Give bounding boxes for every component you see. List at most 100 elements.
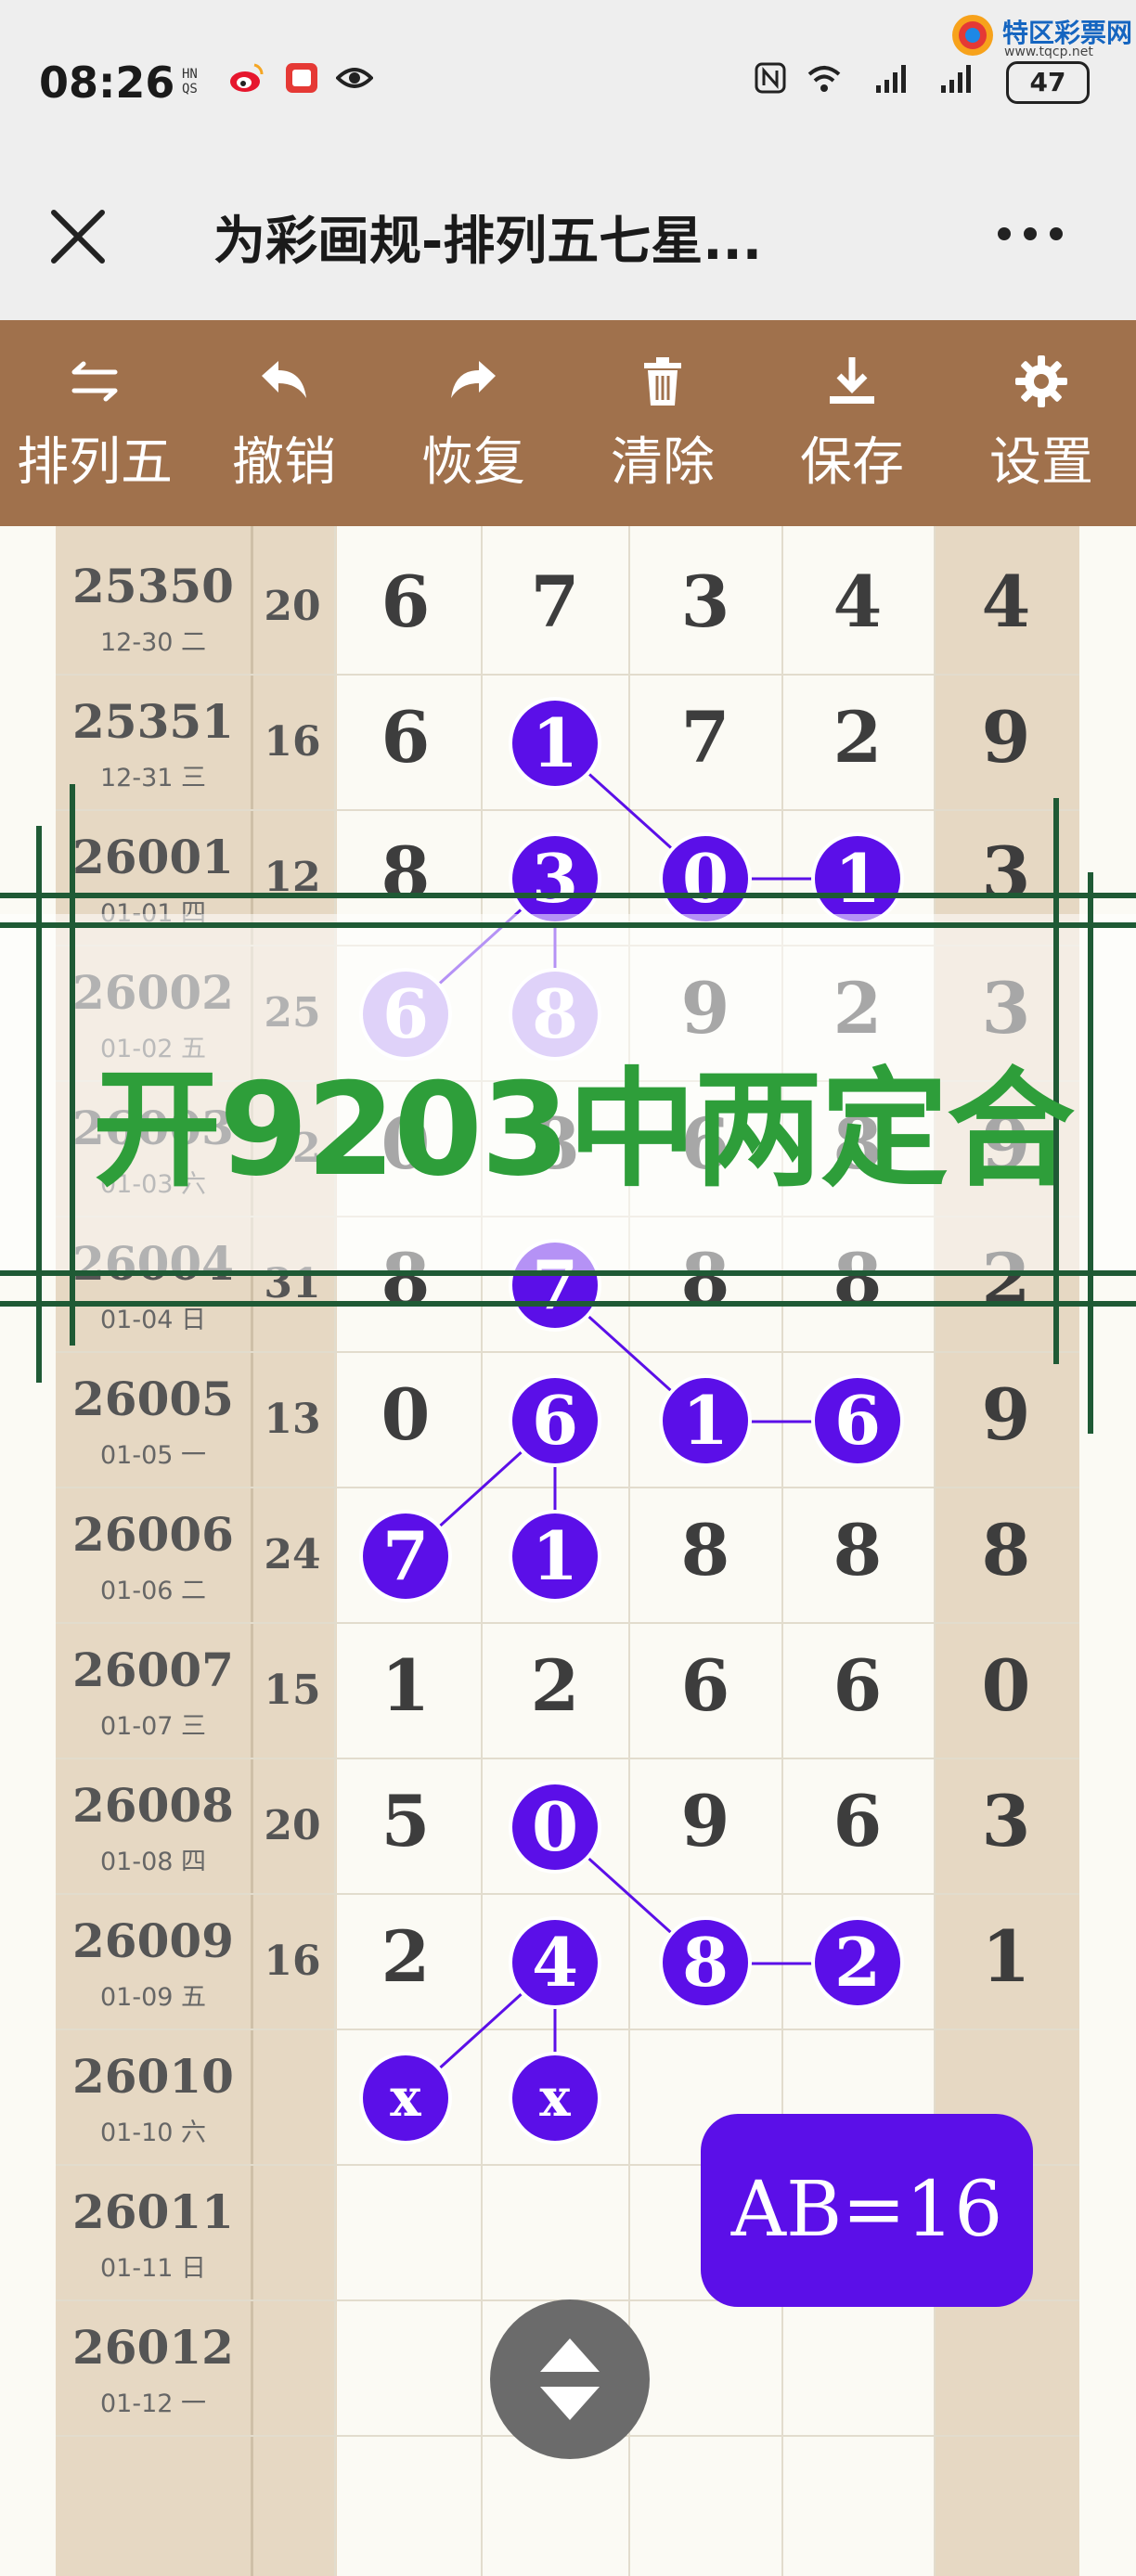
row-divider <box>56 809 1079 811</box>
row-divider <box>56 2029 1079 2030</box>
wifi-icon <box>807 66 841 92</box>
highlighted-digit[interactable]: 1 <box>663 1378 748 1463</box>
ab-badge[interactable]: AB=16 <box>701 2114 1033 2307</box>
highlighted-digit[interactable]: 7 <box>363 1513 448 1599</box>
highlighted-digit[interactable]: 2 <box>815 1920 900 2005</box>
digit-sum: 12 <box>264 854 321 901</box>
red-app-icon <box>286 63 317 93</box>
toolbar-clear-button[interactable]: 清除 <box>568 320 757 526</box>
digit-cell[interactable]: 1 <box>941 1915 1071 1998</box>
digit-cell[interactable]: 0 <box>941 1644 1071 1727</box>
issue-number: 26010 <box>72 2049 234 2104</box>
digit-cell[interactable]: 6 <box>341 696 471 779</box>
digit-sum: 16 <box>264 718 321 766</box>
issue-number: 26001 <box>72 830 234 884</box>
highlighted-digit[interactable]: 6 <box>815 1378 900 1463</box>
digit-cell[interactable]: 8 <box>941 1509 1071 1591</box>
issue-number: 26009 <box>72 1913 234 1968</box>
highlighted-digit[interactable]: 1 <box>815 836 900 921</box>
toolbar-label: 设置 <box>989 432 1093 493</box>
toolbar-label: 清除 <box>611 432 715 493</box>
digit-cell[interactable]: 5 <box>341 1780 471 1862</box>
toolbar-save-button[interactable]: 保存 <box>757 320 947 526</box>
issue-date: 01-09 五 <box>99 1983 207 2012</box>
highlighted-digit[interactable]: x <box>512 2055 598 2141</box>
issue-number: 26005 <box>72 1372 234 1426</box>
digit-cell[interactable]: 2 <box>793 696 923 779</box>
digit-sum: 24 <box>264 1531 321 1578</box>
row-divider <box>56 1893 1079 1895</box>
digit-cell[interactable]: 9 <box>941 696 1071 779</box>
toolbar-label: 保存 <box>800 432 904 493</box>
digit-cell[interactable]: 9 <box>640 1780 770 1862</box>
issue-date: 12-31 三 <box>99 764 207 792</box>
digit-cell[interactable]: 8 <box>341 831 471 914</box>
digit-cell[interactable]: 6 <box>640 1644 770 1727</box>
toolbar-label: 恢复 <box>421 432 525 493</box>
digit-cell[interactable]: 6 <box>341 560 471 643</box>
digit-sum: 13 <box>264 1396 321 1443</box>
digit-cell[interactable]: 3 <box>941 1780 1071 1862</box>
issue-number: 26008 <box>72 1778 234 1833</box>
weibo-icon <box>230 63 264 92</box>
digit-cell[interactable]: 8 <box>793 1509 923 1591</box>
nfc-icon <box>755 62 786 94</box>
digit-cell[interactable]: 6 <box>793 1644 923 1727</box>
digit-cell[interactable]: 1 <box>341 1644 471 1727</box>
row-divider <box>56 1758 1079 1759</box>
download-icon <box>830 357 874 404</box>
issue-date: 01-08 四 <box>99 1848 207 1876</box>
issue-date: 01-11 日 <box>99 2254 207 2283</box>
digit-cell[interactable]: 7 <box>490 560 620 643</box>
digit-cell[interactable]: 2 <box>341 1915 471 1998</box>
highlighted-digit[interactable]: 8 <box>663 1920 748 2005</box>
issue-date: 01-07 三 <box>99 1712 207 1741</box>
digit-cell[interactable]: 3 <box>640 560 770 643</box>
highlighted-digit[interactable]: x <box>363 2055 448 2141</box>
gear-icon <box>1015 355 1067 407</box>
digit-cell[interactable]: 7 <box>640 696 770 779</box>
highlighted-digit[interactable]: 6 <box>512 1378 598 1463</box>
close-icon[interactable] <box>41 200 115 274</box>
toolbar-redo-button[interactable]: 恢复 <box>379 320 568 526</box>
digit-cell[interactable]: 0 <box>341 1373 471 1456</box>
redo-icon <box>451 361 496 398</box>
issue-number: 26011 <box>72 2184 234 2239</box>
signal-icon <box>876 65 906 93</box>
toolbar-settings-button[interactable]: 设置 <box>947 320 1136 526</box>
page-title: 为彩画规-排列五七星... <box>213 212 763 272</box>
digit-sum: 20 <box>264 583 321 630</box>
more-icon[interactable] <box>984 206 1077 262</box>
row-divider <box>56 674 1079 676</box>
undo-icon <box>262 361 306 398</box>
grid-divider <box>334 526 336 2576</box>
digit-cell[interactable]: 2 <box>490 1644 620 1727</box>
digit-cell[interactable]: 8 <box>640 1509 770 1591</box>
highlighted-digit[interactable]: 0 <box>512 1784 598 1870</box>
status-small-text: HN QS <box>182 67 198 97</box>
digit-cell[interactable]: 6 <box>793 1780 923 1862</box>
eye-icon <box>336 68 373 88</box>
trash-icon <box>644 357 681 406</box>
digit-cell[interactable]: 9 <box>941 1373 1071 1456</box>
digit-cell[interactable]: 4 <box>793 560 923 643</box>
issue-date: 01-04 日 <box>99 1306 207 1334</box>
grid-divider <box>628 526 630 2576</box>
highlighted-digit[interactable]: 4 <box>512 1920 598 2005</box>
swap-icon <box>71 361 118 402</box>
highlighted-digit[interactable]: 3 <box>512 836 598 921</box>
battery-icon: 47 <box>1006 61 1090 104</box>
highlighted-digit[interactable]: 1 <box>512 1513 598 1599</box>
toolbar-undo-button[interactable]: 撤销 <box>189 320 379 526</box>
digit-sum: 16 <box>264 1938 321 1985</box>
battery-level: 47 <box>1029 67 1066 97</box>
digit-sum: 20 <box>264 1802 321 1849</box>
issue-date: 12-30 二 <box>99 628 207 657</box>
highlighted-digit[interactable]: 0 <box>663 836 748 921</box>
digit-cell[interactable]: 4 <box>941 560 1071 643</box>
up-down-arrows-icon <box>540 2338 600 2420</box>
scroll-toggle-button[interactable] <box>490 2299 650 2459</box>
highlighted-digit[interactable]: 1 <box>512 701 598 786</box>
toolbar-switch-button[interactable]: 排列五 <box>0 320 189 526</box>
digit-cell[interactable]: 3 <box>941 831 1071 914</box>
